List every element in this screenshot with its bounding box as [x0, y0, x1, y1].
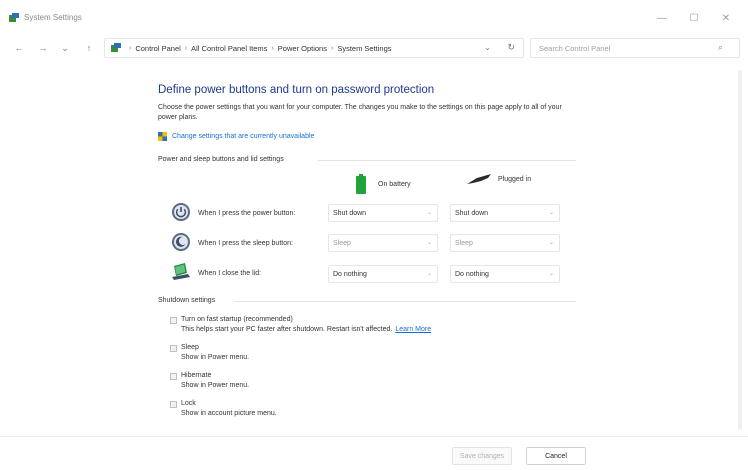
chevron-right-icon[interactable]: ›	[331, 45, 333, 52]
navigation-bar: ← → ⌄ ↑ › Control Panel › All Control Pa…	[0, 36, 748, 60]
close-lid-battery-value: Do nothing	[333, 270, 367, 278]
back-button[interactable]: ←	[12, 41, 26, 55]
plug-icon	[467, 174, 491, 184]
title-bar: System Settings — ☐ ✕	[0, 0, 748, 36]
breadcrumb-power-options[interactable]: Power Options	[278, 44, 327, 53]
sleep-option-desc: Show in Power menu.	[181, 354, 250, 361]
sleep-button-plugged-value: Sleep	[455, 239, 473, 247]
hibernate-option-desc: Show in Power menu.	[181, 382, 250, 389]
breadcrumb-all-items[interactable]: All Control Panel Items	[191, 44, 267, 53]
page-description: Choose the power settings that you want …	[158, 104, 562, 121]
column-on-battery: On battery	[356, 174, 411, 194]
chevron-down-icon: ⌄	[426, 240, 432, 246]
back-arrow-icon: ←	[14, 43, 24, 53]
power-button-label: When I press the power button:	[198, 210, 296, 217]
up-button[interactable]: ↑	[82, 41, 96, 55]
sleep-button-battery-value: Sleep	[333, 239, 351, 247]
page-title: Define power buttons and turn on passwor…	[158, 84, 435, 96]
shutdown-section-label: Shutdown settings	[158, 297, 216, 304]
chevron-right-icon: ›	[129, 44, 132, 52]
address-bar[interactable]: › Control Panel › All Control Panel Item…	[104, 38, 524, 58]
minimize-icon: —	[657, 12, 667, 24]
battery-icon	[356, 174, 366, 194]
chevron-down-icon: ⌄	[426, 210, 432, 216]
sleep-button-battery-select[interactable]: Sleep ⌄	[328, 234, 438, 252]
minimize-button[interactable]: —	[648, 8, 676, 28]
lock-option-desc: Show in account picture menu.	[181, 410, 277, 417]
power-button-plugged-value: Shut down	[455, 209, 489, 217]
forward-arrow-icon: →	[38, 43, 48, 53]
forward-button[interactable]: →	[36, 41, 50, 55]
close-lid-label: When I close the lid:	[198, 270, 262, 277]
chevron-down-icon: ⌄	[61, 42, 69, 53]
chevron-down-icon: ⌄	[548, 240, 554, 246]
column-on-battery-label: On battery	[378, 180, 411, 188]
lock-option-title: Lock	[181, 400, 196, 407]
learn-more-link[interactable]: Learn More	[395, 326, 431, 333]
sleep-button-icon	[172, 233, 190, 251]
fast-startup-checkbox[interactable]	[170, 317, 177, 324]
power-button-plugged-select[interactable]: Shut down ⌄	[450, 204, 560, 222]
column-plugged-in-label: Plugged in	[498, 175, 532, 183]
sleep-option-title: Sleep	[181, 344, 199, 351]
close-lid-plugged-select[interactable]: Do nothing ⌄	[450, 265, 560, 283]
maximize-icon: ☐	[689, 12, 699, 24]
lock-checkbox[interactable]	[170, 401, 177, 408]
close-button[interactable]: ✕	[712, 8, 740, 28]
change-settings-label[interactable]: Change settings that are currently unava…	[172, 133, 314, 140]
save-changes-button[interactable]: Save changes	[452, 447, 512, 465]
section-divider	[234, 301, 576, 302]
close-lid-plugged-value: Do nothing	[455, 270, 489, 278]
chevron-down-icon: ⌄	[548, 271, 554, 277]
search-input[interactable]	[530, 38, 740, 58]
power-button-battery-value: Shut down	[333, 209, 367, 217]
laptop-lid-icon	[172, 263, 190, 280]
hibernate-checkbox[interactable]	[170, 373, 177, 380]
power-section-label: Power and sleep buttons and lid settings	[158, 156, 284, 163]
breadcrumb-system-settings[interactable]: System Settings	[337, 44, 391, 53]
main-content: Define power buttons and turn on passwor…	[0, 60, 748, 436]
sleep-checkbox[interactable]	[170, 345, 177, 352]
window-title: System Settings	[24, 13, 82, 22]
up-arrow-icon: ↑	[86, 43, 92, 53]
vertical-scrollbar[interactable]	[738, 70, 742, 430]
recent-locations-button[interactable]: ⌄	[58, 41, 72, 55]
maximize-button[interactable]: ☐	[680, 8, 708, 28]
fast-startup-desc-text: This helps start your PC faster after sh…	[181, 326, 393, 333]
column-plugged-in: Plugged in	[467, 174, 531, 184]
control-panel-icon	[111, 43, 121, 52]
power-button-icon	[172, 203, 190, 221]
chevron-down-icon: ⌄	[548, 210, 554, 216]
search-icon[interactable]: ⌕	[718, 42, 723, 53]
breadcrumb: › Control Panel › All Control Panel Item…	[125, 44, 392, 53]
control-panel-icon	[9, 13, 19, 22]
sleep-button-plugged-select[interactable]: Sleep ⌄	[450, 234, 560, 252]
change-settings-link[interactable]: Change settings that are currently unava…	[158, 132, 314, 141]
hibernate-option-title: Hibernate	[181, 372, 212, 379]
cancel-button[interactable]: Cancel	[526, 447, 586, 465]
chevron-down-icon: ⌄	[426, 271, 432, 277]
fast-startup-desc: This helps start your PC faster after sh…	[181, 326, 431, 333]
sleep-button-label: When I press the sleep button:	[198, 240, 293, 247]
close-icon: ✕	[721, 12, 731, 24]
footer-bar: Save changes Cancel	[0, 436, 748, 470]
shield-icon	[158, 132, 167, 141]
chevron-down-icon[interactable]: ⌄	[484, 43, 491, 52]
chevron-right-icon[interactable]: ›	[271, 45, 273, 52]
power-button-battery-select[interactable]: Shut down ⌄	[328, 204, 438, 222]
close-lid-battery-select[interactable]: Do nothing ⌄	[328, 265, 438, 283]
fast-startup-title: Turn on fast startup (recommended)	[181, 316, 293, 323]
section-divider	[318, 160, 576, 161]
chevron-right-icon[interactable]: ›	[185, 45, 187, 52]
breadcrumb-control-panel[interactable]: Control Panel	[135, 44, 180, 53]
refresh-icon[interactable]: ↻	[507, 42, 515, 53]
